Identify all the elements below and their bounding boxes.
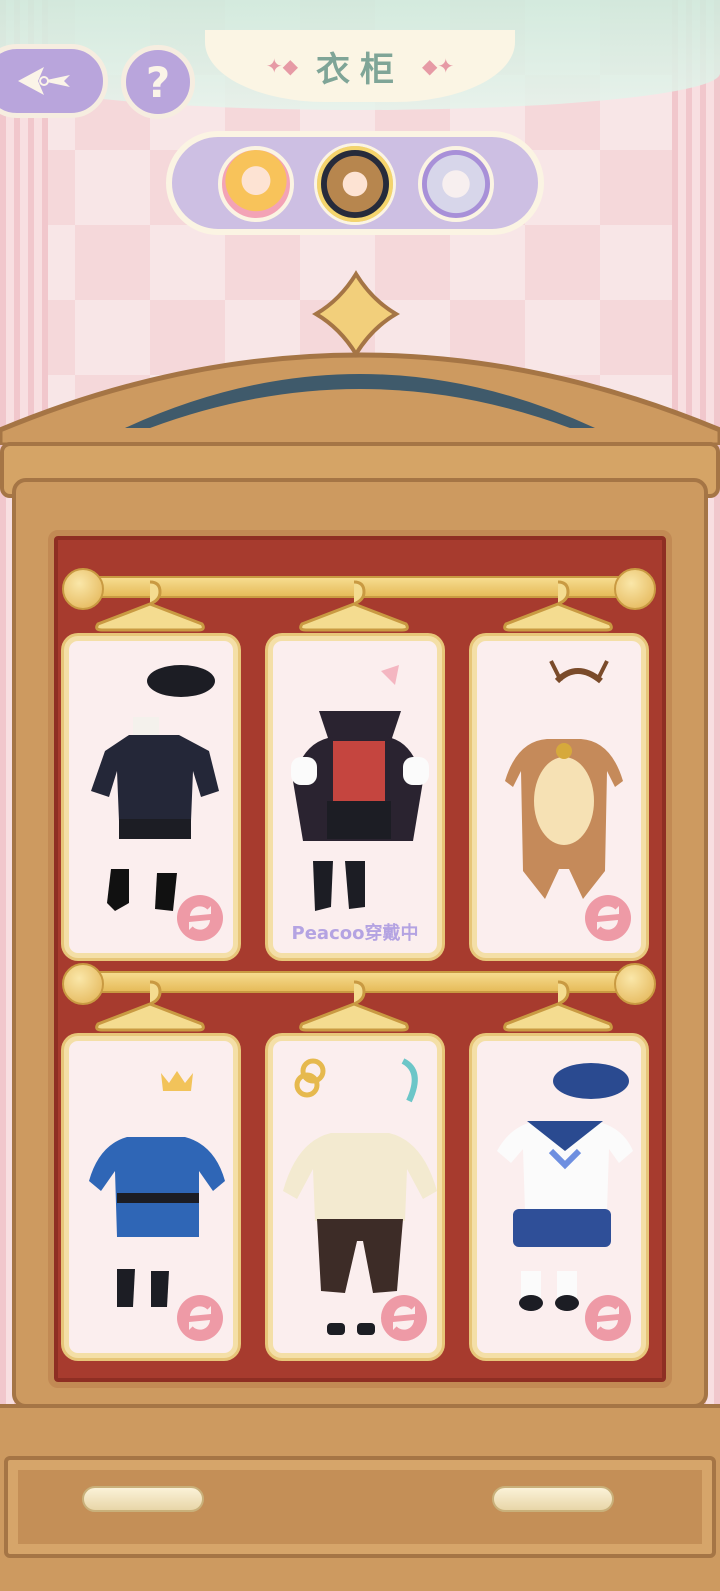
hanger-icon — [95, 580, 205, 632]
refresh-icon — [597, 1306, 619, 1330]
currently-wearing-label: Peacoo穿戴中 — [291, 923, 419, 944]
swap-outfit-button[interactable] — [585, 895, 631, 941]
page-title: 衣柜 — [316, 49, 404, 90]
outfit-card-reindeer[interactable] — [472, 636, 646, 958]
refresh-icon — [189, 1306, 211, 1330]
swap-outfit-button[interactable] — [585, 1295, 631, 1341]
refresh-icon — [393, 1306, 415, 1330]
outfit-card-navy-coat[interactable] — [64, 636, 238, 958]
hanger-icon — [95, 980, 205, 1032]
hanger-icon — [503, 980, 613, 1032]
avatar-character-2-selected[interactable] — [317, 146, 393, 222]
character-selector — [166, 131, 544, 235]
drawer-handle-right — [492, 1486, 614, 1512]
outfit-card-sailor[interactable] — [472, 1036, 646, 1358]
hanger-icon — [503, 580, 613, 632]
swap-outfit-button[interactable] — [177, 895, 223, 941]
refresh-icon — [189, 906, 211, 930]
roof-ornament-icon — [312, 270, 400, 358]
avatar-character-3[interactable] — [418, 146, 494, 222]
hanger-icon — [299, 580, 409, 632]
help-icon: ? — [145, 57, 171, 107]
refresh-icon — [597, 906, 619, 930]
back-button[interactable] — [0, 44, 108, 118]
left-ornament-icon: ✦◆ — [265, 54, 298, 78]
outfit-card-prince-blue[interactable] — [64, 1036, 238, 1358]
right-ornament-icon: ◆✦ — [422, 54, 455, 78]
outfit-card-cream-chinese[interactable] — [268, 1036, 442, 1358]
back-arrow-icon — [18, 67, 70, 95]
drawer-handle-left — [82, 1486, 204, 1512]
outfit-card-vampire[interactable]: Peacoo穿戴中 — [268, 636, 442, 958]
avatar-character-1[interactable] — [218, 146, 294, 222]
wardrobe-roof — [0, 270, 720, 445]
swap-outfit-button[interactable] — [177, 1295, 223, 1341]
help-button[interactable]: ? — [121, 45, 195, 119]
swap-outfit-button[interactable] — [381, 1295, 427, 1341]
hanger-icon — [299, 980, 409, 1032]
vampire-outfit-illustration — [291, 665, 429, 911]
